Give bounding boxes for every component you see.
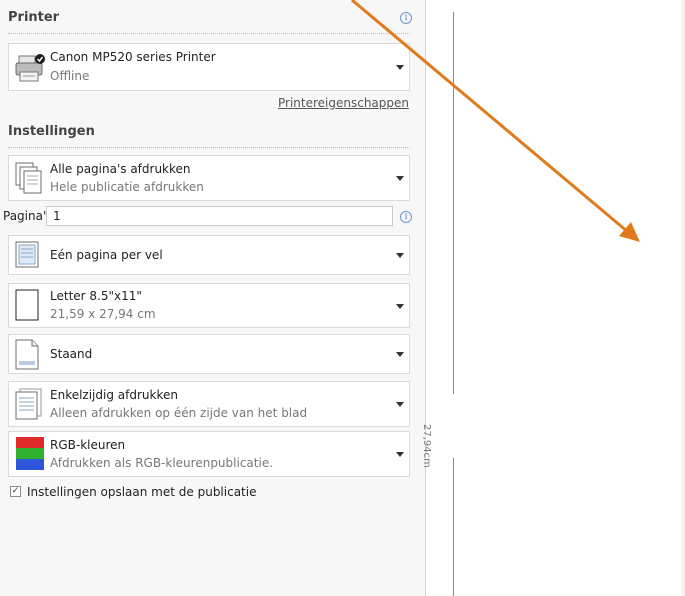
portrait-orientation-icon (15, 339, 39, 370)
divider (8, 147, 410, 148)
color-mode-subtitle: Afdrukken als RGB-kleurenpublicatie. (50, 456, 274, 470)
color-mode-select[interactable]: RGB-kleuren Afdrukken als RGB-kleurenpub… (8, 431, 410, 477)
one-sided-icon (15, 388, 42, 420)
page-height-ruler (453, 12, 454, 394)
chevron-down-icon (396, 352, 404, 357)
pages-per-sheet-title: Eén pagina per vel (50, 248, 163, 262)
chevron-down-icon (396, 65, 404, 70)
printer-properties-link[interactable]: Printereigenschappen (278, 96, 409, 110)
chevron-down-icon (396, 176, 404, 181)
page-stack-icon (15, 162, 42, 194)
print-range-title: Alle pagina's afdrukken (50, 162, 191, 176)
print-sides-select[interactable]: Enkelzijdig afdrukken Alleen afdrukken o… (8, 381, 410, 427)
orientation-title: Staand (50, 347, 93, 361)
paper-size-title: Letter 8.5"x11" (50, 289, 142, 303)
one-page-per-sheet-icon (15, 241, 39, 268)
printer-status: Offline (50, 69, 90, 83)
paper-size-subtitle: 21,59 x 27,94 cm (50, 307, 156, 321)
color-mode-title: RGB-kleuren (50, 438, 126, 452)
chevron-down-icon (396, 402, 404, 407)
print-sides-title: Enkelzijdig afdrukken (50, 388, 178, 402)
pages-per-sheet-select[interactable]: Eén pagina per vel (8, 235, 410, 275)
paper-size-icon (15, 289, 39, 321)
orientation-select[interactable]: Staand (8, 334, 410, 374)
rgb-color-icon (16, 437, 44, 470)
printer-icon (15, 54, 45, 82)
print-preview-area: 27,94cm (421, 0, 685, 596)
pages-input[interactable] (46, 206, 393, 226)
info-icon[interactable]: i (400, 211, 412, 223)
print-range-subtitle: Hele publicatie afdrukken (50, 180, 204, 194)
paper-size-select[interactable]: Letter 8.5"x11" 21,59 x 27,94 cm (8, 283, 410, 328)
print-range-select[interactable]: Alle pagina's afdrukken Hele publicatie … (8, 155, 410, 201)
page-height-ruler (453, 458, 454, 596)
chevron-down-icon (396, 253, 404, 258)
chevron-down-icon (396, 304, 404, 309)
print-settings-panel: Printer i Canon MP520 series Printer Off… (0, 0, 425, 596)
chevron-down-icon (396, 452, 404, 457)
page-height-label: 27,94cm (421, 424, 432, 468)
printer-heading: Printer (8, 10, 60, 25)
save-settings-checkbox[interactable]: ✓ (10, 486, 21, 497)
printer-name: Canon MP520 series Printer (50, 50, 216, 64)
save-settings-label: Instellingen opslaan met de publicatie (27, 485, 257, 499)
settings-heading: Instellingen (8, 124, 95, 139)
print-sides-subtitle: Alleen afdrukken op één zijde van het bl… (50, 406, 308, 420)
info-icon[interactable]: i (400, 12, 412, 24)
printer-select[interactable]: Canon MP520 series Printer Offline (8, 43, 410, 91)
divider (8, 33, 410, 34)
